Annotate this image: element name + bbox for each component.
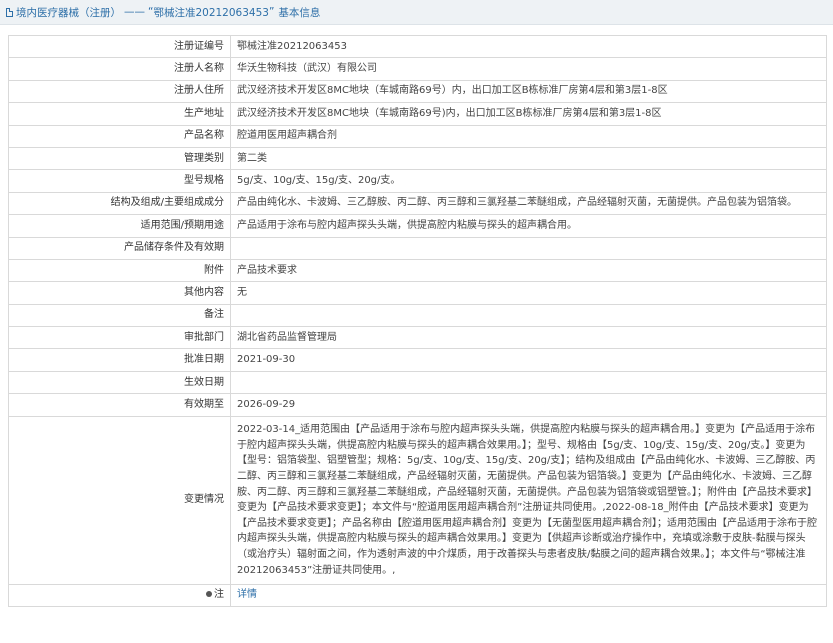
field-value: 2026-09-29 <box>230 393 827 417</box>
field-label: 产品名称 <box>8 124 231 148</box>
field-value: 详情 <box>230 583 827 608</box>
table-row: 注册证编号 鄂械注准20212063453 <box>8 34 827 59</box>
header-prefix: 境内医疗器械（注册） <box>16 6 121 19</box>
field-label: 注册人住所 <box>8 79 231 104</box>
table-row: 附件 产品技术要求 <box>8 258 827 283</box>
field-value: 5g/支、10g/支、15g/支、20g/支。 <box>230 169 827 193</box>
table-row: 管理类别 第二类 <box>8 146 827 171</box>
notes-label: 注 <box>214 589 224 601</box>
field-value: 腔道用医用超声耦合剂 <box>230 124 827 148</box>
table-row: 审批部门 湖北省药品监督管理局 <box>8 326 827 350</box>
table-row: 注册人名称 华沃生物科技（武汉）有限公司 <box>8 57 827 81</box>
table-row-changes: 变更情况 2022-03-14_适用范围由【产品适用于涂布与腔内超声探头头端，供… <box>8 415 827 585</box>
field-value <box>230 236 827 260</box>
table-row: 产品名称 腔道用医用超声耦合剂 <box>8 124 827 148</box>
table-row: 其他内容无 <box>8 281 827 305</box>
field-label: 注 <box>8 583 231 608</box>
field-label: 管理类别 <box>8 146 231 171</box>
details-link[interactable]: 详情 <box>237 589 257 600</box>
field-label: 结构及组成/主要组成成分 <box>8 191 231 216</box>
field-value: 第二类 <box>230 146 827 171</box>
field-label: 变更情况 <box>8 415 231 585</box>
field-value: 华沃生物科技（武汉）有限公司 <box>230 57 827 81</box>
field-label: 附件 <box>8 258 231 283</box>
field-value: 产品适用于涂布与腔内超声探头头端，供提高腔内粘膜与探头的超声耦合用。 <box>230 214 827 238</box>
detail-table: 注册证编号 鄂械注准20212063453 注册人名称 华沃生物科技（武汉）有限公司注… <box>8 34 827 608</box>
field-label: 其他内容 <box>8 281 231 305</box>
table-row: 批准日期 2021-09-30 <box>8 348 827 372</box>
field-value: 产品由纯化水、卡波姆、三乙醇胺、丙二醇、丙三醇和三氯羟基二苯醚组成，产品经辐射灭… <box>230 191 827 216</box>
table-row: 有效期至 2026-09-29 <box>8 393 827 417</box>
field-label: 产品储存条件及有效期 <box>8 236 231 260</box>
note-icon <box>206 591 212 598</box>
table-row: 注册人住所 武汉经济技术开发区8MC地块（车城南路69号）内，出口加工区B栋标准厂… <box>8 79 827 104</box>
page-header: 境内医疗器械（注册） —— “ 鄂械注准20212063453 ” 基本信息 <box>0 0 833 25</box>
field-label: 型号规格 <box>8 169 231 193</box>
field-label: 适用范围/预期用途 <box>8 214 231 238</box>
field-label: 备注 <box>8 303 231 328</box>
table-row: 生效日期 <box>8 370 827 395</box>
table-row: 适用范围/预期用途 产品适用于涂布与腔内超声探头头端，供提高腔内粘膜与探头的超声耦… <box>8 214 827 238</box>
field-value: 湖北省药品监督管理局 <box>230 326 827 350</box>
field-label: 注册人名称 <box>8 57 231 81</box>
field-value <box>230 370 827 395</box>
field-value: 2021-09-30 <box>230 348 827 372</box>
header-quote-close: ” <box>268 6 275 18</box>
table-row-notes: 注 详情 <box>8 583 827 608</box>
field-value: 武汉经济技术开发区8MC地块（车城南路69号）内，出口加工区B栋标准厂房第4层和… <box>230 79 827 104</box>
table-row: 结构及组成/主要组成成分 产品由纯化水、卡波姆、三乙醇胺、丙二醇、丙三醇和三氯羟基… <box>8 191 827 216</box>
field-label: 生产地址 <box>8 102 231 126</box>
field-label: 生效日期 <box>8 370 231 395</box>
header-separator: —— <box>124 6 145 18</box>
table-row: 生产地址 武汉经济技术开发区8MC地块（车城南路69号)内，出口加工区B栋标准厂房… <box>8 102 827 126</box>
field-value: 武汉经济技术开发区8MC地块（车城南路69号)内，出口加工区B栋标准厂房第4层和… <box>230 102 827 126</box>
field-value: 无 <box>230 281 827 305</box>
field-value <box>230 303 827 328</box>
field-value: 产品技术要求 <box>230 258 827 283</box>
field-value: 2022-03-14_适用范围由【产品适用于涂布与腔内超声探头头端，供提高腔内粘… <box>230 415 827 585</box>
field-label: 批准日期 <box>8 348 231 372</box>
table-row: 型号规格 5g/支、10g/支、15g/支、20g/支。 <box>8 169 827 193</box>
header-suffix: 基本信息 <box>278 6 321 19</box>
document-icon <box>6 7 13 17</box>
field-label: 注册证编号 <box>8 34 231 59</box>
field-label: 审批部门 <box>8 326 231 350</box>
table-row: 产品储存条件及有效期 <box>8 236 827 260</box>
header-reg-no: 鄂械注准20212063453 <box>153 6 269 19</box>
field-label: 有效期至 <box>8 393 231 417</box>
table-row: 备注 <box>8 303 827 328</box>
field-value: 鄂械注准20212063453 <box>230 34 827 59</box>
